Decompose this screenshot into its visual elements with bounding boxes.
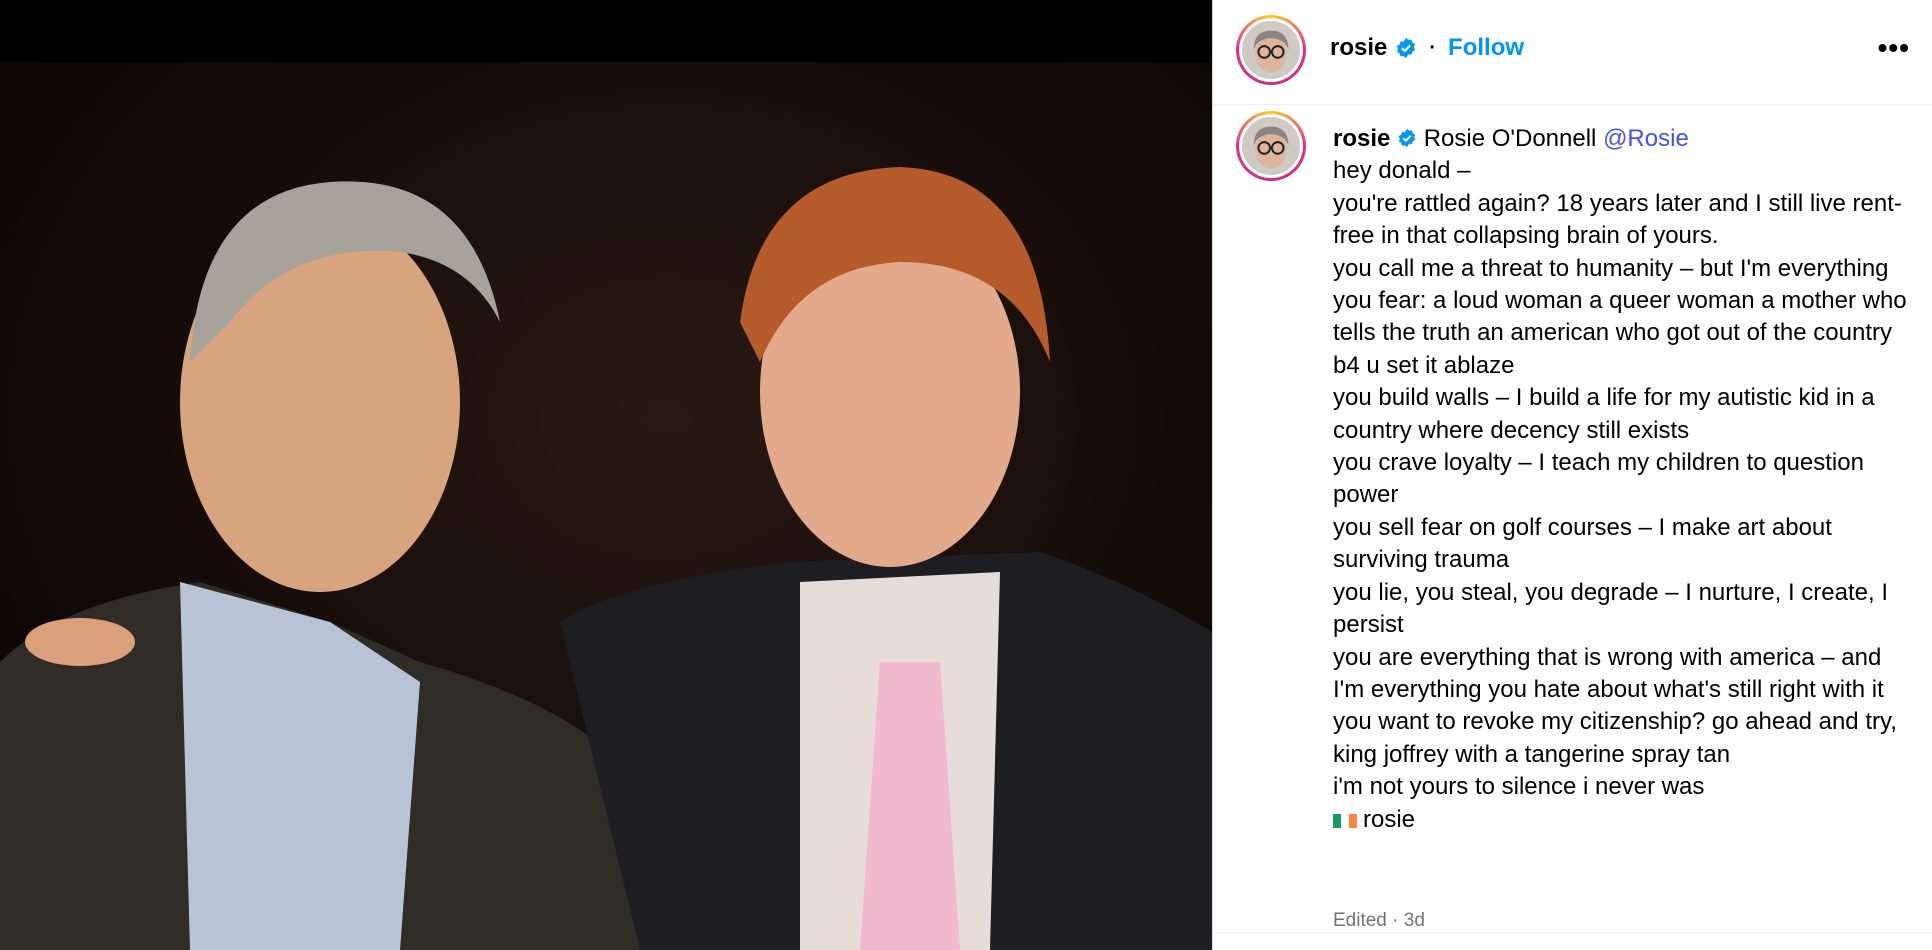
- caption-username[interactable]: rosie: [1333, 125, 1390, 152]
- caption-avatar-image: [1242, 117, 1300, 175]
- caption-signoff: rosie: [1333, 804, 1913, 836]
- caption-line: you crave loyalty – I teach my children …: [1333, 449, 1864, 509]
- edited-timestamp[interactable]: Edited · 3d: [1333, 910, 1425, 932]
- caption-line: hey donald –: [1333, 157, 1471, 185]
- caption-verified-badge-icon: [1397, 128, 1417, 148]
- avatar[interactable]: [1236, 15, 1306, 85]
- divider: [1213, 932, 1932, 933]
- caption-line: you want to revoke my citizenship? go ah…: [1333, 708, 1897, 768]
- avatar-image: [1242, 21, 1300, 79]
- mention-link[interactable]: @Rosie: [1603, 125, 1689, 152]
- caption-text: rosie Rosie O'Donnell @Rosie hey donald …: [1333, 123, 1913, 836]
- header-user: rosie · Follow: [1330, 34, 1524, 62]
- header-username[interactable]: rosie: [1330, 34, 1387, 62]
- caption-avatar[interactable]: [1236, 111, 1306, 181]
- caption-line: you lie, you steal, you degrade – I nurt…: [1333, 578, 1888, 639]
- caption-line: you call me a threat to humanity – but I…: [1333, 254, 1907, 379]
- post-header: rosie · Follow •••: [1213, 0, 1932, 105]
- ireland-flag-icon: [1333, 813, 1357, 828]
- caption-line: you sell fear on golf courses – I make a…: [1333, 513, 1832, 574]
- post-side-panel: rosie · Follow ••• rosie Rosie O'Donnell…: [1212, 0, 1932, 950]
- caption-line: you build walls – I build a life for my …: [1333, 384, 1875, 444]
- post-photo[interactable]: [0, 62, 1212, 950]
- follow-button[interactable]: Follow: [1448, 34, 1524, 62]
- caption-display-name: Rosie O'Donnell: [1423, 125, 1597, 152]
- more-options-icon[interactable]: •••: [1878, 34, 1910, 62]
- caption-line: you are everything that is wrong with am…: [1333, 643, 1884, 703]
- post-photo-pane: [0, 0, 1212, 950]
- caption-line: i'm not yours to silence i never was: [1333, 773, 1705, 801]
- signoff-text: rosie: [1363, 805, 1416, 833]
- post-caption-area: rosie Rosie O'Donnell @Rosie hey donald …: [1213, 105, 1932, 833]
- separator-dot: ·: [1429, 36, 1437, 59]
- caption-line: you're rattled again? 18 years later and…: [1333, 189, 1902, 250]
- photo-illustration: [0, 167, 1212, 950]
- verified-badge-icon: [1395, 37, 1417, 59]
